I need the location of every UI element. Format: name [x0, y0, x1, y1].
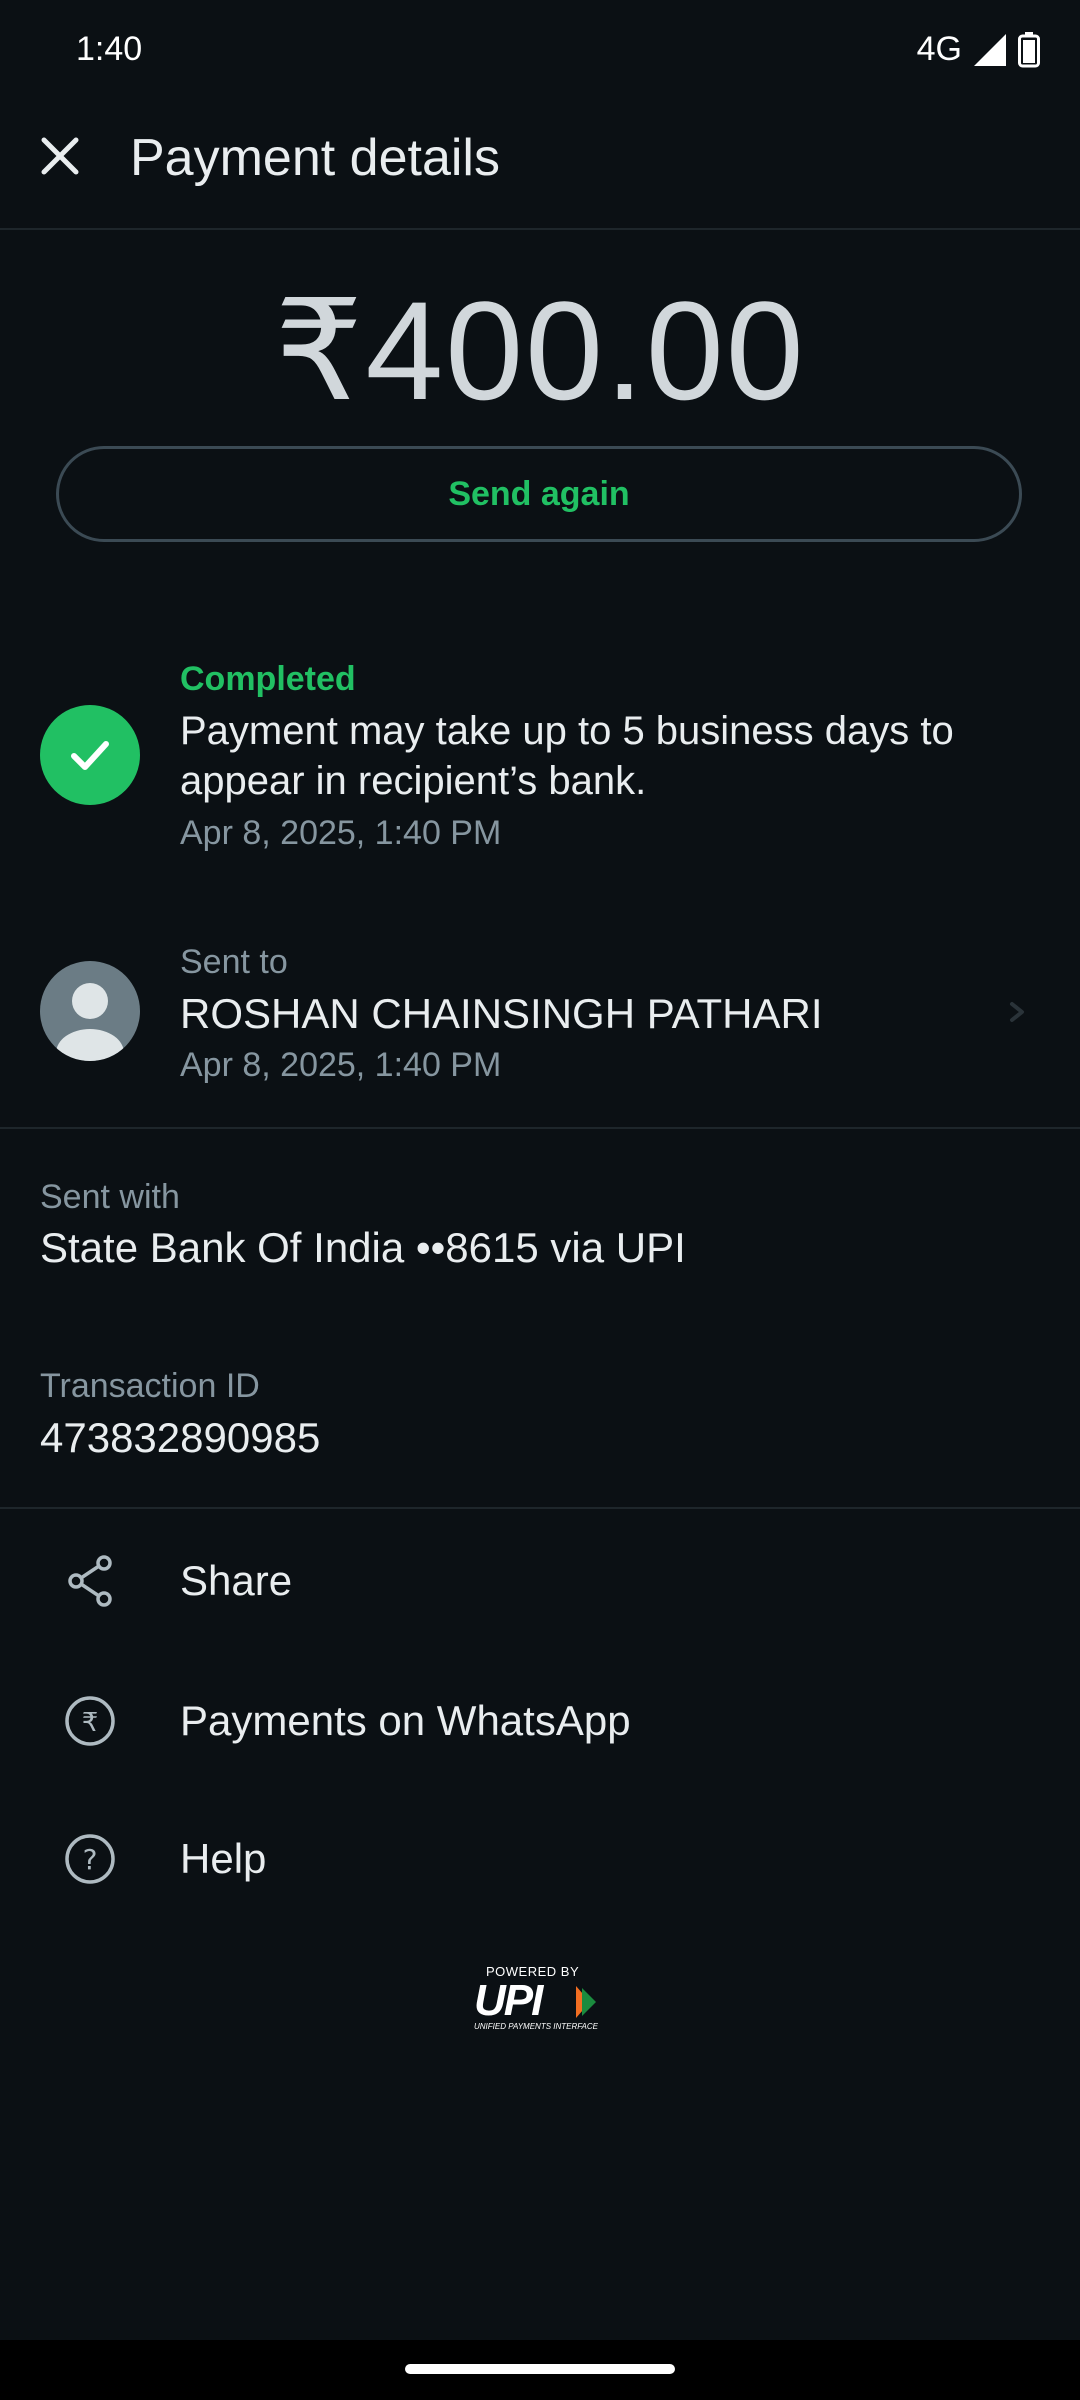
page-title: Payment details: [130, 129, 500, 187]
recipient-name: ROSHAN CHAINSINGH PATHARI: [180, 990, 823, 1037]
upi-subtitle: UNIFIED PAYMENTS INTERFACE: [474, 2022, 599, 2031]
check-icon: [71, 741, 109, 770]
sent-with-value: State Bank Of India ••8615 via UPI: [40, 1224, 686, 1271]
status-check-badge: [40, 705, 140, 805]
send-again-button[interactable]: Send again: [56, 446, 1022, 542]
payments-on-whatsapp-action[interactable]: ₹ Payments on WhatsApp: [0, 1661, 1080, 1781]
payments-on-whatsapp-label: Payments on WhatsApp: [180, 1697, 631, 1744]
help-label: Help: [180, 1835, 267, 1882]
status-date: Apr 8, 2025, 1:40 PM: [180, 814, 502, 852]
status-message: Payment may take up to 5 business days t…: [180, 709, 954, 803]
share-icon: [68, 1555, 112, 1607]
help-action[interactable]: ? Help: [0, 1799, 1080, 1919]
upi-wordmark: UPI: [474, 1976, 543, 2025]
transaction-id-value: 473832890985: [40, 1414, 321, 1461]
chevron-right-icon: [1010, 1002, 1024, 1022]
upi-arrow-icon: [576, 1986, 596, 2018]
help-icon: ?: [65, 1834, 115, 1884]
status-label: Completed: [180, 660, 356, 698]
close-button[interactable]: [30, 126, 90, 186]
svg-text:?: ?: [83, 1843, 98, 1876]
signal-icon: [974, 33, 1006, 66]
rupee-icon: ₹: [65, 1696, 115, 1746]
battery-icon: [1018, 31, 1040, 67]
svg-text:₹: ₹: [82, 1708, 99, 1738]
transaction-id-label: Transaction ID: [40, 1367, 260, 1405]
avatar: [40, 961, 140, 1061]
sent-with-label: Sent with: [40, 1178, 180, 1216]
payment-amount: ₹400.00: [274, 272, 806, 429]
avatar-icon: [56, 983, 124, 1061]
recipient-divider: [0, 1127, 1080, 1129]
share-action[interactable]: Share: [0, 1521, 1080, 1641]
upi-logo: POWERED BY UPI UNIFIED PAYMENTS INTERFAC…: [470, 1960, 610, 2031]
home-indicator[interactable]: [405, 2364, 675, 2374]
sent-to-label: Sent to: [180, 943, 288, 981]
recipient-date: Apr 8, 2025, 1:40 PM: [180, 1046, 502, 1084]
header-divider: [0, 228, 1080, 230]
details-divider: [0, 1507, 1080, 1509]
network-label: 4G: [916, 30, 962, 68]
status-time: 1:40: [76, 30, 143, 68]
close-icon: [41, 137, 79, 175]
status-icons: 4G: [917, 30, 1040, 69]
share-label: Share: [180, 1557, 293, 1604]
